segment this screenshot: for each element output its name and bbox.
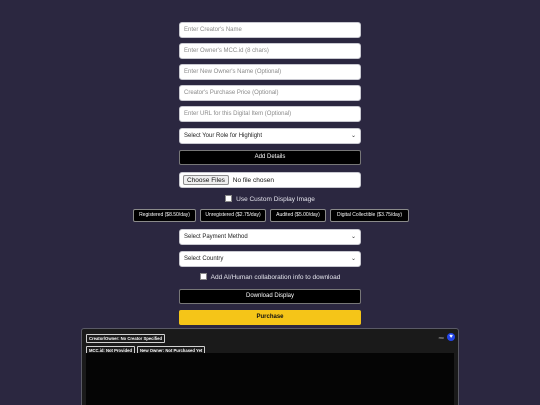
custom-image-checkbox[interactable] [225, 195, 233, 203]
file-picker[interactable]: Choose Files No file chosen [179, 172, 361, 188]
download-display-button[interactable]: Download Display [179, 289, 361, 304]
payment-method-value: Select Payment Method [184, 234, 248, 240]
chevron-down-icon: ⌄ [350, 256, 356, 262]
corner-label: mc [438, 335, 444, 340]
plan-audited-button[interactable]: Audited ($5.00/day) [270, 209, 326, 222]
new-owner-input[interactable]: Enter New Owner's Name (Optional) [179, 64, 361, 80]
preview-canvas [86, 353, 454, 405]
role-select[interactable]: Select Your Role for Highlight ⌄ [179, 128, 361, 144]
item-url-input[interactable]: Enter URL for this Digital Item (Optiona… [179, 106, 361, 122]
custom-image-row: Use Custom Display Image [0, 195, 540, 205]
owner-mcc-input[interactable]: Enter Owner's MCC.id (8 chars) [179, 43, 361, 59]
ai-info-checkbox[interactable] [199, 273, 207, 281]
plan-options: Registered ($8.50/day) Unregistered ($2.… [133, 209, 409, 222]
plan-unregistered-button[interactable]: Unregistered ($2.75/day) [200, 209, 266, 222]
custom-image-label: Use Custom Display Image [236, 196, 315, 203]
purchase-price-input[interactable]: Creator's Purchase Price (Optional) [179, 85, 361, 101]
payment-method-select[interactable]: Select Payment Method ⌄ [179, 229, 361, 245]
add-details-button[interactable]: Add Details [179, 150, 361, 165]
ai-info-row: Add AI/Human collaboration info to downl… [0, 273, 540, 283]
country-select[interactable]: Select Country ⌄ [179, 251, 361, 267]
creator-owner-tag: Creator/Owner: No Creator Specified [86, 334, 166, 343]
file-status: No file chosen [232, 176, 274, 184]
choose-files-button[interactable]: Choose Files [183, 175, 229, 185]
heart-icon[interactable]: ♥ [447, 333, 455, 341]
chevron-down-icon: ⌄ [350, 234, 356, 240]
display-preview: Creator/Owner: No Creator Specified MCC.… [81, 328, 459, 405]
plan-digital-collectible-button[interactable]: Digital Collectible ($3.75/day) [330, 209, 409, 222]
country-value: Select Country [184, 256, 224, 262]
plan-registered-button[interactable]: Registered ($8.50/day) [133, 209, 196, 222]
creator-name-input[interactable]: Enter Creator's Name [179, 22, 361, 38]
role-select-value: Select Your Role for Highlight [184, 133, 263, 139]
chevron-down-icon: ⌄ [350, 133, 356, 139]
page: Enter Creator's Name Enter Owner's MCC.i… [0, 0, 540, 405]
purchase-button[interactable]: Purchase [179, 310, 361, 325]
ai-info-label: Add AI/Human collaboration info to downl… [210, 274, 341, 281]
